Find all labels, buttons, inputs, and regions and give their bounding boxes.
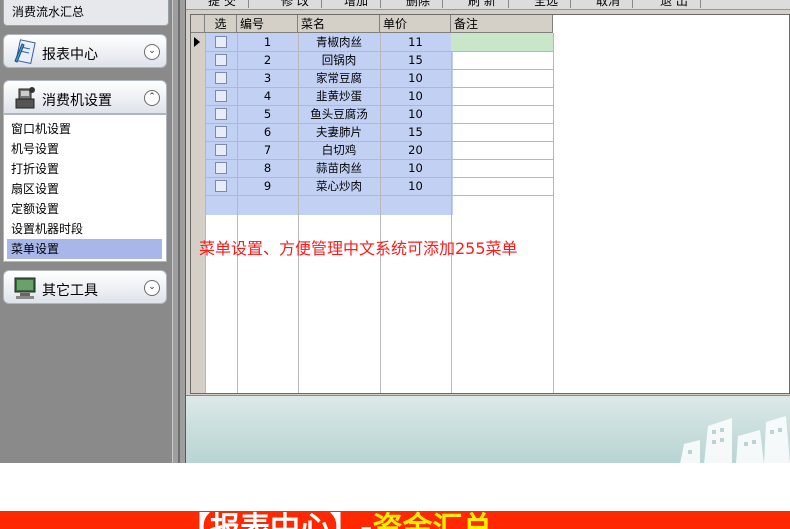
banner-left-text: 【报表中心】-: [180, 511, 373, 529]
row-checkbox[interactable]: [215, 126, 227, 138]
row-checkbox[interactable]: [215, 144, 227, 156]
table-row[interactable]: 4 韭黄炒蛋 10: [191, 87, 553, 105]
chevron-down-icon[interactable]: ⌄: [144, 44, 160, 60]
header-price[interactable]: 单价: [380, 15, 451, 33]
sidebar: 消费流水汇总 报表中心 ⌄ 消费机设置 ⌃ 窗口机设置 机号设置 打折设置 扇区…: [0, 0, 172, 463]
cell-id[interactable]: 6: [237, 123, 298, 141]
other-tools-title: 其它工具: [42, 283, 98, 299]
table-row[interactable]: 2 回锅肉 15: [191, 51, 553, 69]
report-icon: [14, 39, 36, 65]
edit-button[interactable]: 修 改: [281, 0, 322, 8]
cell-name[interactable]: 鱼头豆腐汤: [298, 105, 380, 123]
sidebar-item-discount[interactable]: 打折设置: [4, 159, 162, 179]
table-row[interactable]: 9 菜心炒肉 10: [191, 177, 553, 195]
header-id[interactable]: 编号: [237, 15, 298, 33]
annotation-text: 菜单设置、方便管理中文系统可添加255菜单: [199, 239, 518, 258]
sidebar-item-consume-flow-summary[interactable]: 消费流水汇总: [3, 0, 169, 26]
table-row[interactable]: 3 家常豆腐 10: [191, 69, 553, 87]
cell-name[interactable]: 蒜苗肉丝: [298, 159, 380, 177]
refresh-button[interactable]: 刷 新: [468, 0, 509, 8]
grid-body: 选 编号 菜名 单价 备注 1 青椒肉丝 11 2 回锅肉 15 3 家常豆腐 10 4 韭黄炒蛋 1…: [191, 15, 554, 393]
consume-setup-header[interactable]: 消费机设置 ⌃: [3, 80, 167, 114]
cell-id[interactable]: 9: [237, 177, 298, 195]
cancel-button[interactable]: 取消: [596, 0, 634, 8]
cell-id[interactable]: 1: [237, 33, 298, 51]
corner-header: [191, 15, 205, 33]
menu-grid[interactable]: 选 编号 菜名 单价 备注 1 青椒肉丝 11 2 回锅肉 15 3 家常豆腐 10 4 韭黄炒蛋 1…: [190, 14, 790, 394]
sidebar-item-window-setup[interactable]: 窗口机设置: [4, 119, 162, 139]
submit-button[interactable]: 提 交: [208, 0, 249, 8]
cell-price[interactable]: 20: [380, 141, 451, 159]
cell-id[interactable]: 8: [237, 159, 298, 177]
table-row[interactable]: 7 白切鸡 20: [191, 141, 553, 159]
cell-price[interactable]: 15: [380, 123, 451, 141]
consume-setup-title: 消费机设置: [42, 93, 112, 109]
cell-name[interactable]: 青椒肉丝: [298, 33, 380, 51]
current-row-highlight: [451, 33, 553, 51]
table-row[interactable]: 1 青椒肉丝 11: [191, 33, 553, 51]
chevron-up-icon[interactable]: ⌃: [144, 90, 160, 106]
current-row-pointer-icon: [194, 37, 200, 47]
chevron-down-icon[interactable]: ⌄: [144, 280, 160, 296]
consume-setup-menu: 窗口机设置 机号设置 打折设置 扇区设置 定额设置 设置机器时段 菜单设置: [3, 114, 167, 262]
splitter[interactable]: [172, 0, 186, 463]
toolbar: 提 交 修 改 增加 删除 刷 新 全选 取消 退 出: [186, 0, 790, 10]
other-tools-header[interactable]: 其它工具 ⌄: [3, 270, 167, 304]
cell-name[interactable]: 夫妻肺片: [298, 123, 380, 141]
cell-id[interactable]: 7: [237, 141, 298, 159]
grid-row-line: [205, 195, 553, 196]
row-checkbox[interactable]: [215, 54, 227, 66]
delete-button[interactable]: 删除: [406, 0, 444, 8]
city-buildings-icon: [680, 416, 790, 463]
cell-id[interactable]: 2: [237, 51, 298, 69]
cell-id[interactable]: 5: [237, 105, 298, 123]
table-row[interactable]: 5 鱼头豆腐汤 10: [191, 105, 553, 123]
cell-name[interactable]: 菜心炒肉: [298, 177, 380, 195]
app-window: 消费流水汇总 报表中心 ⌄ 消费机设置 ⌃ 窗口机设置 机号设置 打折设置 扇区…: [0, 0, 790, 463]
terminal-icon: [15, 87, 35, 109]
row-checkbox[interactable]: [215, 108, 227, 120]
sidebar-item-machine-number[interactable]: 机号设置: [4, 139, 162, 159]
cell-price[interactable]: 10: [380, 177, 451, 195]
exit-button[interactable]: 退 出: [660, 0, 701, 8]
report-center-title: 报表中心: [42, 47, 98, 63]
cell-price[interactable]: 10: [380, 105, 451, 123]
header-name[interactable]: 菜名: [298, 15, 380, 33]
grid-column-line: [553, 33, 554, 393]
cell-name[interactable]: 白切鸡: [298, 141, 380, 159]
cell-id[interactable]: 3: [237, 69, 298, 87]
row-checkbox[interactable]: [215, 180, 227, 192]
row-checkbox[interactable]: [215, 36, 227, 48]
cell-price[interactable]: 10: [380, 87, 451, 105]
cell-name[interactable]: 家常豆腐: [298, 69, 380, 87]
cell-name[interactable]: 韭黄炒蛋: [298, 87, 380, 105]
header-select[interactable]: 选: [205, 15, 237, 33]
banner-right-text: 资金汇总: [372, 511, 493, 529]
sidebar-item-quota[interactable]: 定额设置: [4, 199, 162, 219]
sidebar-item-sector[interactable]: 扇区设置: [4, 179, 162, 199]
cell-price[interactable]: 11: [380, 33, 451, 51]
sidebar-item-machine-period[interactable]: 设置机器时段: [4, 219, 162, 239]
sidebar-item-label: 消费流水汇总: [12, 5, 85, 19]
main-area: 提 交 修 改 增加 删除 刷 新 全选 取消 退 出 选 编号 菜名 单价 备…: [186, 0, 790, 463]
row-checkbox[interactable]: [215, 90, 227, 102]
select-all-button[interactable]: 全选: [534, 0, 572, 8]
row-checkbox[interactable]: [215, 72, 227, 84]
cell-price[interactable]: 10: [380, 159, 451, 177]
computer-icon: [14, 277, 36, 299]
sidebar-item-menu-setup[interactable]: 菜单设置: [7, 239, 162, 259]
cell-price[interactable]: 10: [380, 69, 451, 87]
cell-id[interactable]: 4: [237, 87, 298, 105]
bottom-pane: [186, 395, 790, 463]
promo-banner: 【报表中心】-资金汇总: [0, 511, 790, 529]
table-row[interactable]: 6 夫妻肺片 15: [191, 123, 553, 141]
report-center-header[interactable]: 报表中心 ⌄: [3, 34, 167, 68]
cell-price[interactable]: 15: [380, 51, 451, 69]
add-button[interactable]: 增加: [344, 0, 382, 8]
row-checkbox[interactable]: [215, 162, 227, 174]
table-row[interactable]: 8 蒜苗肉丝 10: [191, 159, 553, 177]
cell-name[interactable]: 回锅肉: [298, 51, 380, 69]
header-remark[interactable]: 备注: [451, 15, 553, 33]
